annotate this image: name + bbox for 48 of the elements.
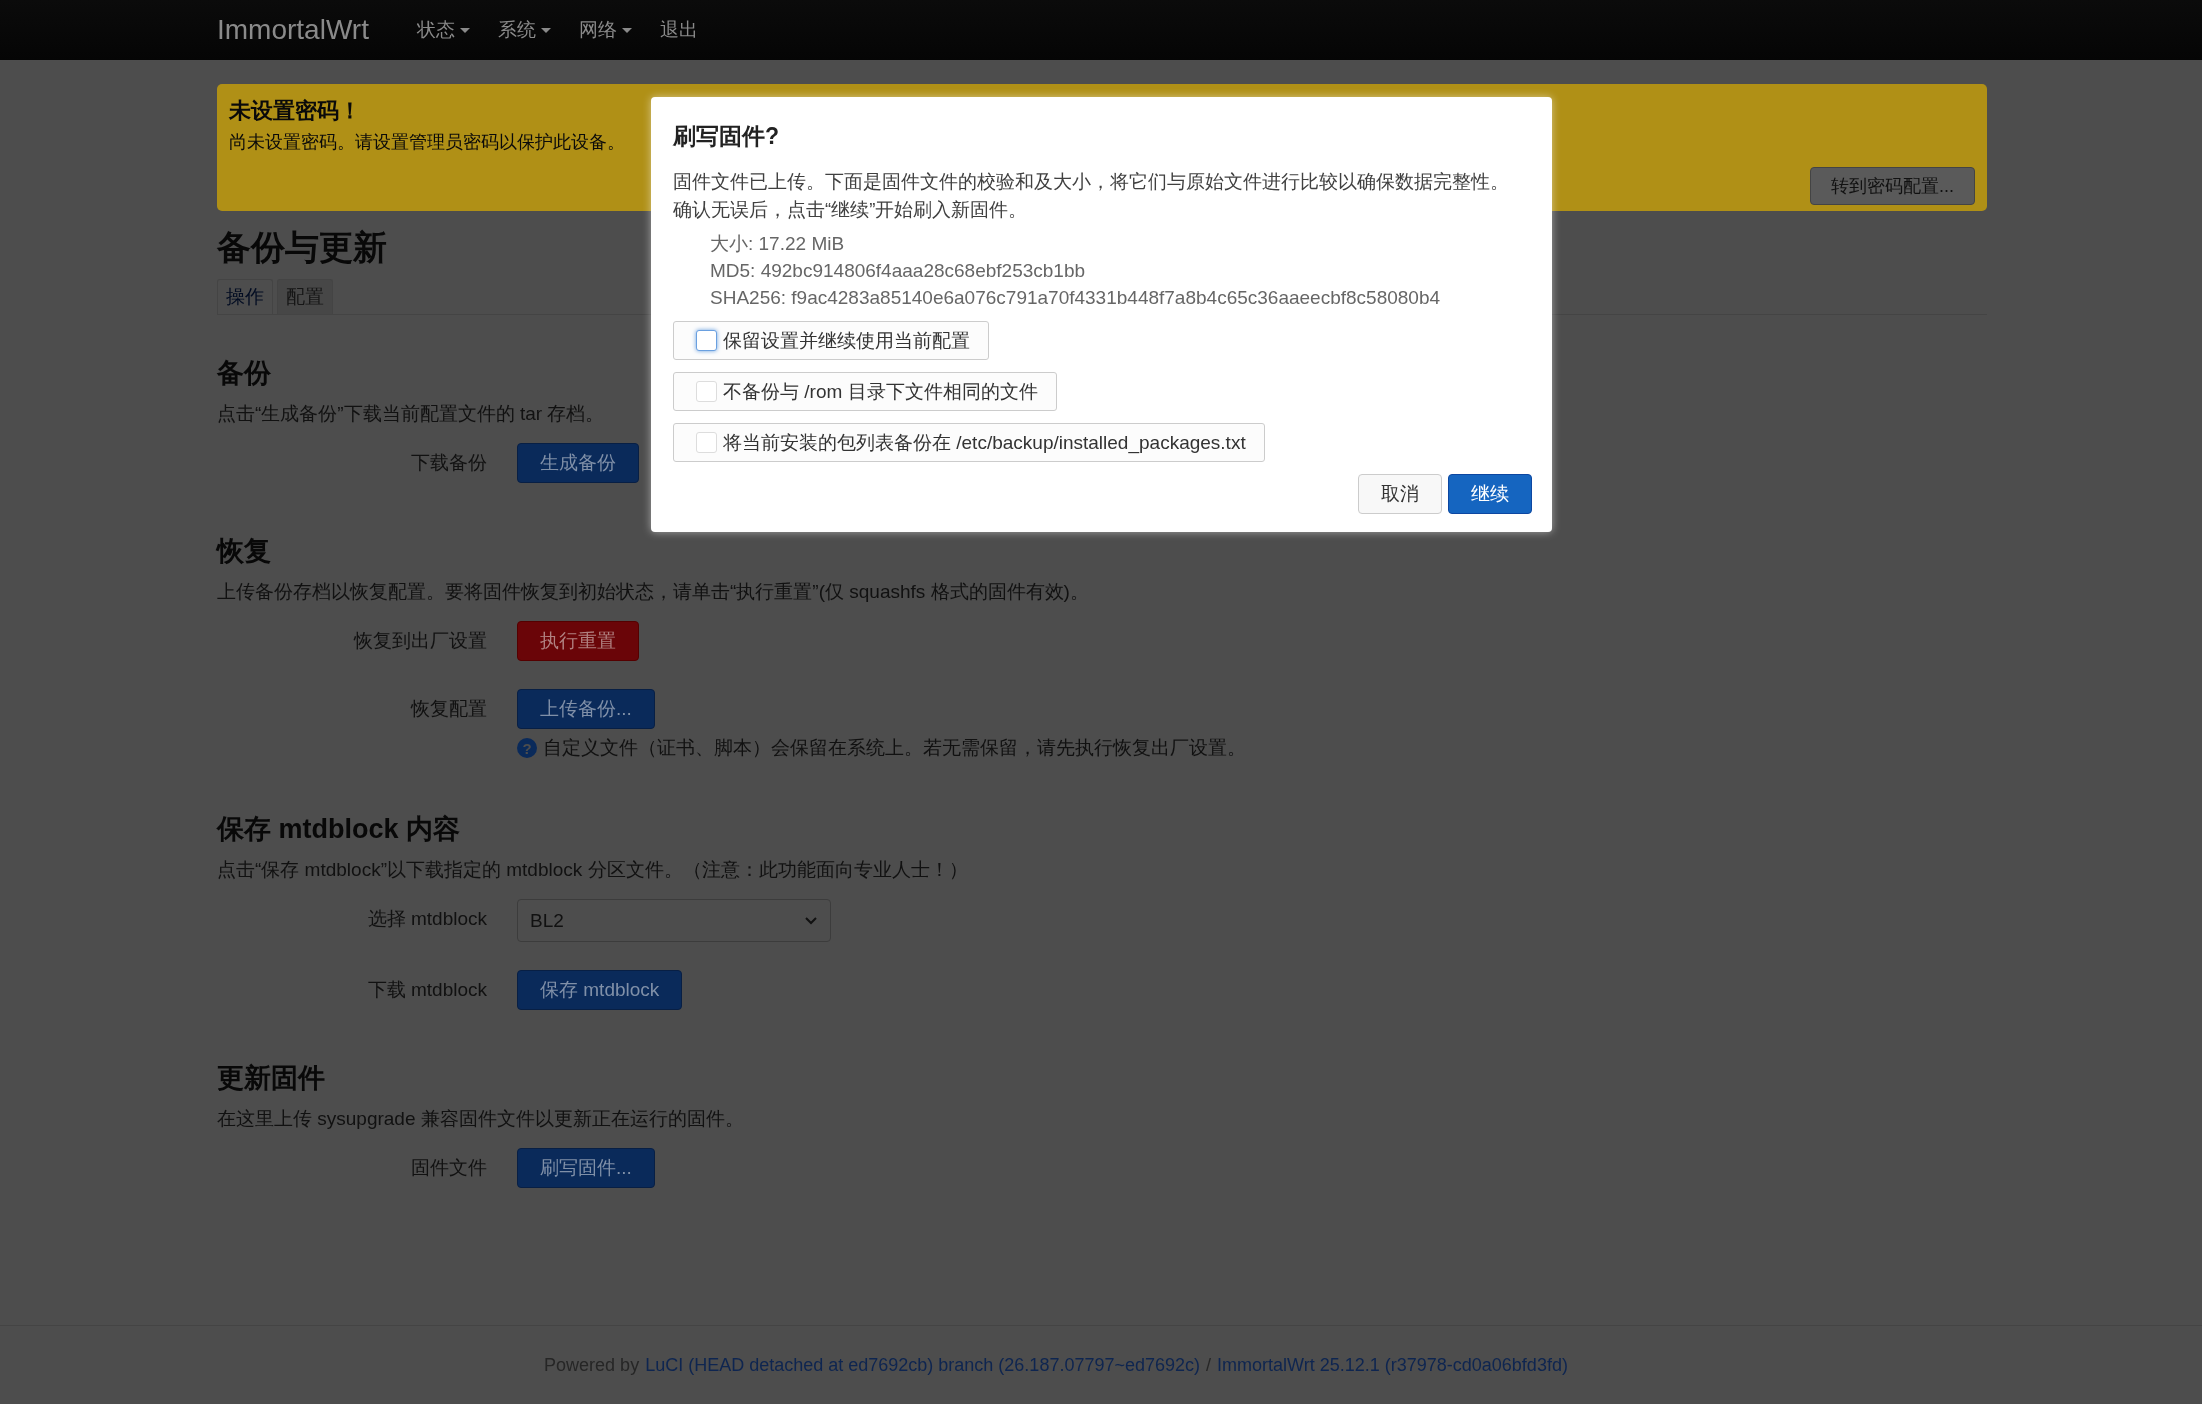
nav-menu-item[interactable]: 系统 — [497, 17, 551, 43]
checksum-line: 大小: 17.22 MiB — [710, 232, 846, 256]
section-description: 上传备份存档以恢复配置。要将固件恢复到初始状态，请单击“执行重置”(仅 squashfs 格式的固件有效)。 — [217, 580, 1089, 604]
checkbox[interactable] — [696, 330, 717, 351]
action-button[interactable]: 保存 mtdblock — [517, 970, 683, 1010]
section-title: 恢复 — [217, 535, 271, 568]
alert-text: 尚未设置密码。请设置管理员密码以保护此设备。 — [229, 131, 625, 154]
action-button[interactable]: 上传备份... — [517, 689, 655, 729]
action-button[interactable]: 执行重置 — [517, 621, 639, 661]
section-title: 备份 — [217, 357, 271, 390]
brand-link[interactable]: ImmortalWrt — [217, 14, 369, 46]
password-config-button[interactable]: 转到密码配置... — [1810, 167, 1975, 205]
field-label: 下载 mtdblock — [366, 978, 488, 1002]
alert-title: 未设置密码！ — [229, 97, 361, 125]
tab[interactable]: 操作 — [217, 279, 273, 314]
dialog-text: 固件文件已上传。下面是固件文件的校验和及大小，将它们与原始文件进行比较以确保数据完整性。 确认无误后，点击“继续”开始刷入新固件。 — [673, 170, 1510, 222]
section-title: 更新固件 — [217, 1062, 325, 1095]
caret-icon — [459, 27, 470, 33]
action-button[interactable]: 生成备份 — [517, 443, 639, 483]
section-description: 点击“生成备份”下载当前配置文件的 tar 存档。 — [217, 402, 605, 426]
field-label: 选择 mtdblock — [366, 907, 488, 931]
field-label: 下载备份 — [410, 451, 488, 475]
field-label: 恢复到出厂设置 — [352, 629, 488, 653]
help-text: 自定义文件（证书、脚本）会保留在系统上。若无需保留，请先执行恢复出厂设置。 — [543, 736, 1246, 760]
dialog-button[interactable]: 取消 — [1358, 474, 1442, 514]
nav-menu-item[interactable]: 状态 — [416, 17, 470, 43]
footer-separator: / — [1206, 1354, 1212, 1376]
page-title: 备份与更新 — [217, 227, 387, 268]
option-checkbox[interactable]: 将当前安装的包列表备份在 /etc/backup/installed_packages.txt — [673, 423, 1265, 462]
caret-icon — [621, 27, 632, 33]
field-label: 恢复配置 — [409, 697, 488, 721]
nav-menu-item[interactable]: 网络 — [578, 17, 632, 43]
mtdblock-select[interactable]: BL2 — [517, 899, 831, 942]
section-description: 点击“保存 mtdblock”以下载指定的 mtdblock 分区文件。（注意：此功能面向专业人士！） — [217, 858, 968, 882]
action-button[interactable]: 刷写固件... — [517, 1148, 655, 1188]
field-label: 固件文件 — [410, 1156, 488, 1180]
caret-icon — [540, 27, 551, 33]
chevron-down-icon — [804, 915, 818, 926]
dialog-title: 刷写固件? — [673, 122, 781, 151]
nav-menu-item[interactable]: 退出 — [659, 17, 698, 43]
option-checkbox[interactable]: 保留设置并继续使用当前配置 — [673, 321, 989, 360]
section-title: 保存 mtdblock 内容 — [217, 813, 460, 846]
section-description: 在这里上传 sysupgrade 兼容固件文件以更新正在运行的固件。 — [217, 1107, 744, 1131]
option-checkbox[interactable]: 不备份与 /rom 目录下文件相同的文件 — [673, 372, 1057, 411]
dialog-button[interactable]: 继续 — [1448, 474, 1532, 514]
checksum-line: MD5: 492bc914806f4aaa28c68ebf253cb1bb — [710, 259, 1087, 283]
checksum-line: SHA256: f9ac4283a85140e6a076c791a70f4331b448f7a8b4c65c36aaeecbf8c58080b4 — [710, 286, 1442, 310]
help-icon: ? — [517, 738, 537, 758]
